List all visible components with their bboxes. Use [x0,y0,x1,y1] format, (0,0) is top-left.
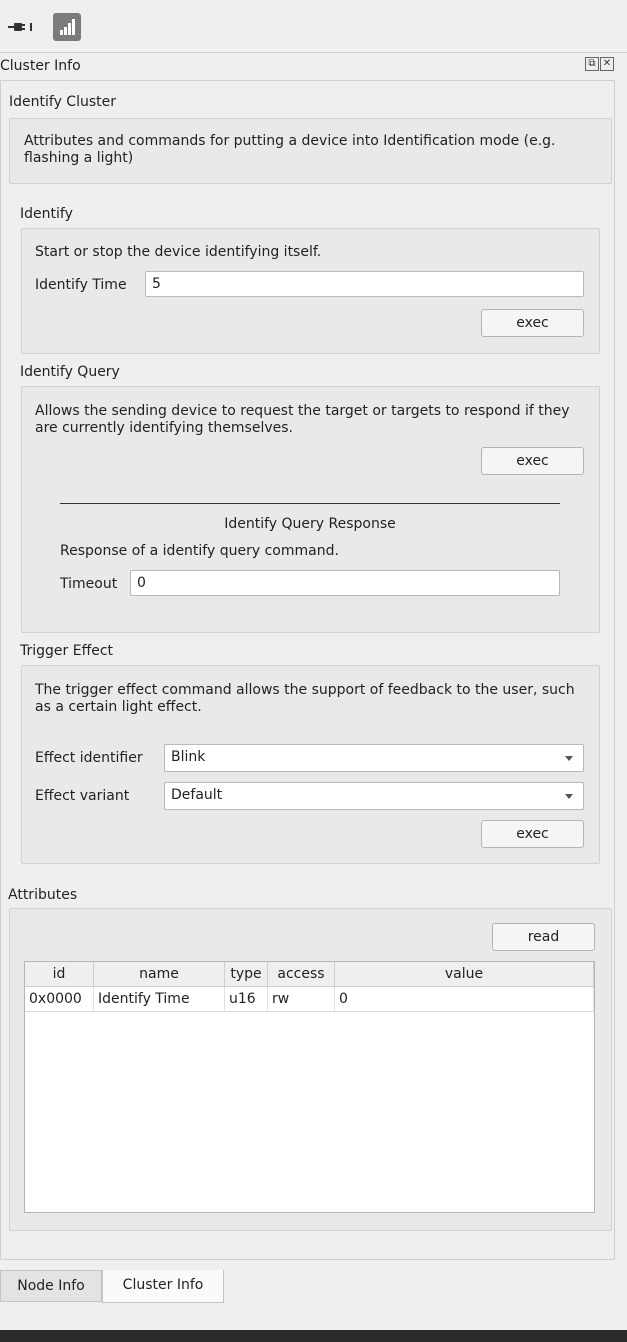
effect-variant-select[interactable]: Default [164,782,584,810]
effect-variant-label: Effect variant [35,788,130,804]
dock-titlebar: Cluster Info [0,52,627,80]
column-header-name[interactable]: name [93,962,225,987]
chevron-down-icon [565,756,573,761]
cell-type: u16 [224,986,268,1012]
tab-cluster-info[interactable]: Cluster Info [102,1270,224,1303]
attributes-table: id name type access value 0x0000 Identif… [24,961,595,1213]
cell-id: 0x0000 [25,986,94,1012]
effect-identifier-value: Blink [171,749,206,765]
chevron-down-icon [565,794,573,799]
window-bottom-edge [0,1330,627,1342]
effect-identifier-select[interactable]: Blink [164,744,584,772]
float-icon[interactable]: ⧉ [585,57,599,71]
table-row[interactable]: 0x0000 Identify Time u16 rw 0 [25,986,594,1012]
identify-query-response-title: Identify Query Response [224,516,396,532]
identify-description: Start or stop the device identifying its… [35,244,322,260]
column-header-value[interactable]: value [334,962,594,987]
trigger-effect-exec-button[interactable]: exec [481,820,584,848]
cell-name: Identify Time [93,986,225,1012]
identify-query-response-description: Response of a identify query command. [60,543,339,559]
effect-identifier-label: Effect identifier [35,750,143,766]
identify-time-label: Identify Time [35,277,127,293]
cell-access: rw [267,986,335,1012]
identify-query-description: Allows the sending device to request the… [35,403,570,436]
column-header-id[interactable]: id [25,962,94,987]
dock-title: Cluster Info [0,58,81,74]
identify-exec-button[interactable]: exec [481,309,584,337]
plug-icon[interactable] [8,20,36,34]
identify-query-title: Identify Query [20,364,120,380]
column-header-access[interactable]: access [267,962,335,987]
cell-value[interactable]: 0 [334,986,594,1012]
read-button[interactable]: read [492,923,595,951]
cluster-title: Identify Cluster [9,94,116,110]
signal-bars-icon[interactable] [53,13,81,41]
divider [60,503,560,504]
effect-variant-value: Default [171,787,223,803]
timeout-input[interactable]: 0 [130,570,560,596]
close-icon[interactable]: ✕ [600,57,614,71]
attributes-title: Attributes [8,887,78,903]
identify-title: Identify [20,206,73,222]
trigger-effect-title: Trigger Effect [20,643,114,659]
cluster-description: Attributes and commands for putting a de… [24,133,556,166]
trigger-effect-description: The trigger effect command allows the su… [35,682,575,715]
toolbar [0,0,627,53]
timeout-label: Timeout [60,576,118,592]
identify-time-input[interactable]: 5 [145,271,584,297]
identify-query-exec-button[interactable]: exec [481,447,584,475]
column-header-type[interactable]: type [224,962,268,987]
tab-node-info[interactable]: Node Info [0,1270,102,1302]
